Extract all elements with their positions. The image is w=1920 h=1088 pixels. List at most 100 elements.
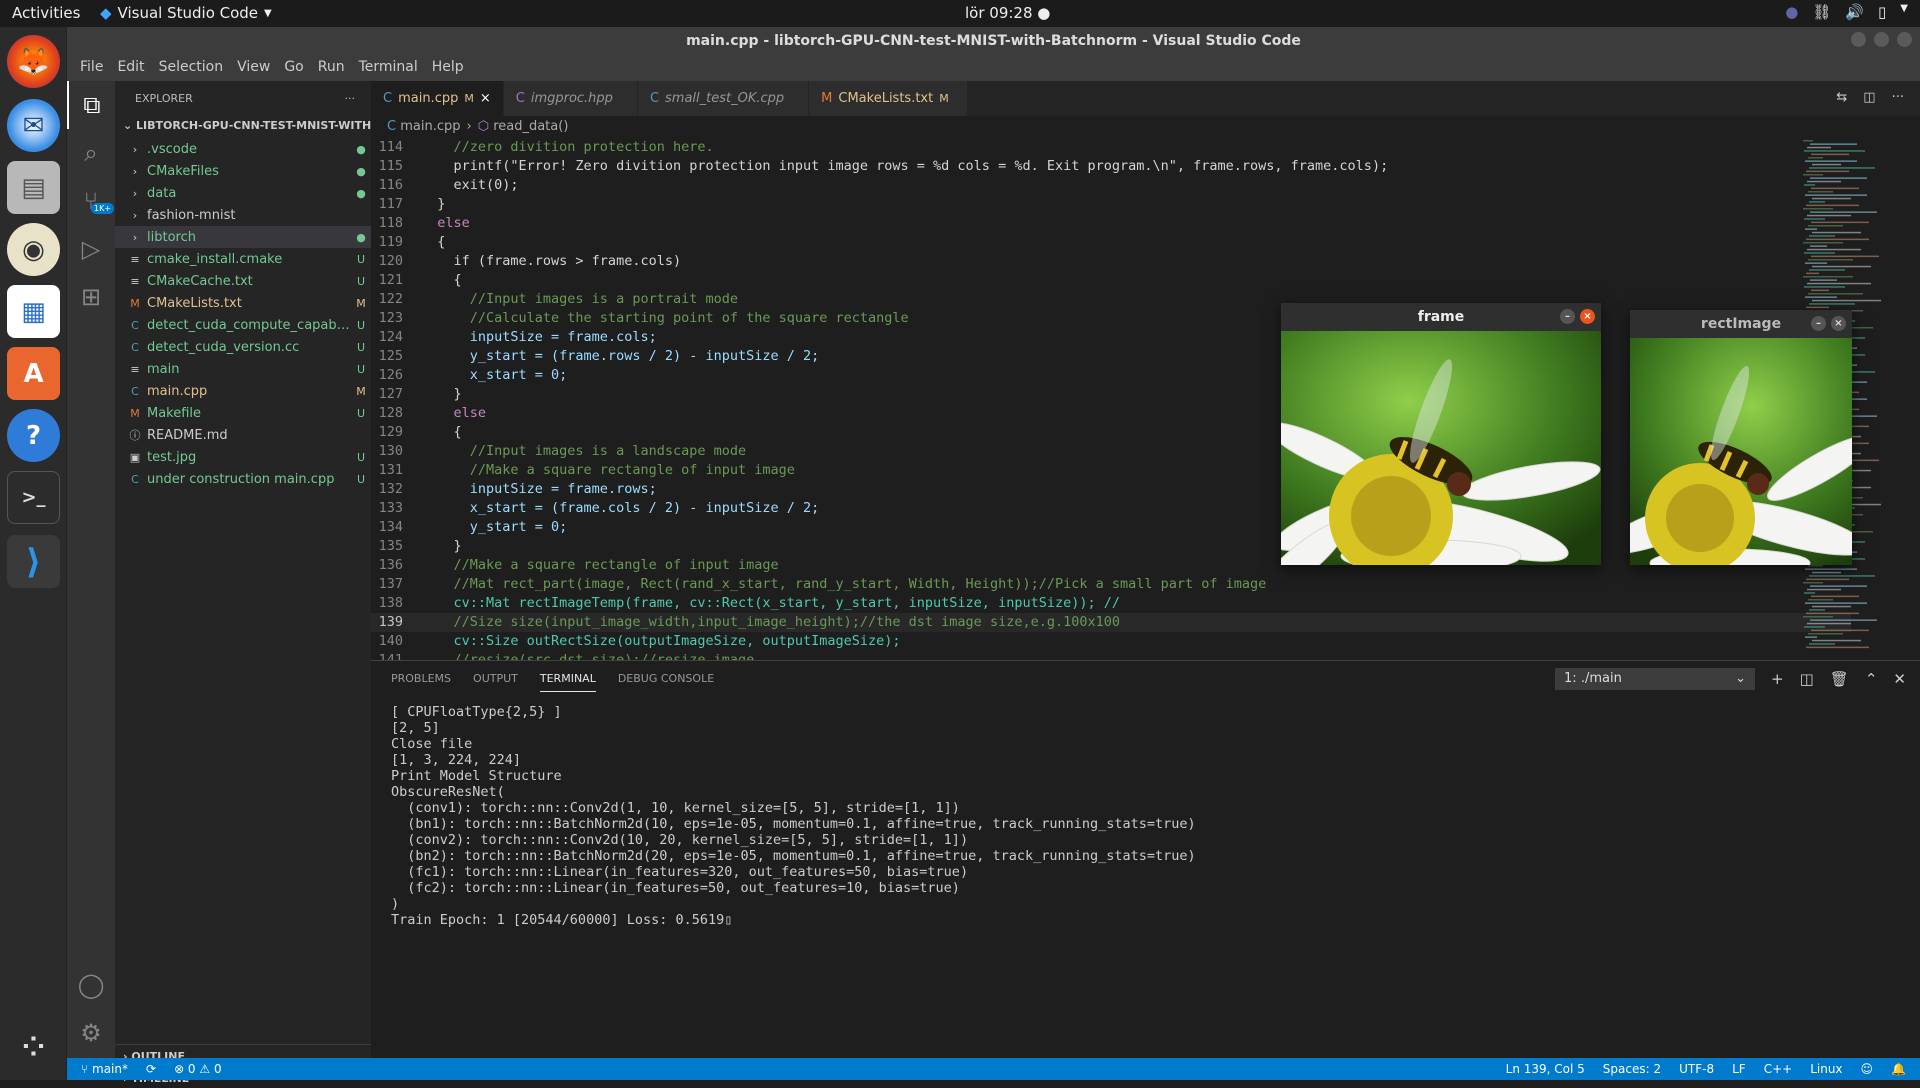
source-control-icon[interactable]: ⑂ 1K+ (67, 177, 115, 225)
teams-icon[interactable]: ● (1785, 3, 1798, 21)
breadcrumb-symbol[interactable]: ⬡ read_data() (478, 119, 569, 135)
compare-icon[interactable]: ⇆ (1836, 90, 1847, 107)
os-indicator[interactable]: Linux (1810, 1062, 1842, 1076)
software-icon[interactable]: A (7, 347, 60, 400)
file-tree-item[interactable]: ▣ test.jpg U (115, 446, 371, 468)
terminal-output[interactable]: [ CPUFloatType{2,5} ] [2, 5] Close file [1,… (371, 696, 1920, 928)
rhythmbox-icon[interactable]: ◉ (7, 223, 60, 276)
close-icon[interactable]: × (480, 91, 491, 106)
opencv-rectimage-window[interactable]: rectImage – × (1602, 310, 1873, 578)
menu-help[interactable]: Help (425, 54, 471, 81)
line-number: 132 (378, 481, 403, 497)
feedback-icon[interactable]: ☺ (1861, 1062, 1874, 1076)
file-tree-item[interactable]: ≡ CMakeCache.txt U (115, 270, 371, 292)
tab-terminal[interactable]: TERMINAL (539, 666, 596, 692)
clock[interactable]: lör 09:28 ● (965, 4, 1050, 22)
file-tree-item[interactable]: › CMakeFiles ● (115, 160, 371, 182)
app-grid-icon[interactable]: ⁘ (7, 1020, 60, 1073)
close-panel-icon[interactable]: ✕ (1893, 670, 1906, 688)
menu-edit[interactable]: Edit (110, 54, 151, 81)
editor-tab[interactable]: Cimgproc.hpp (503, 81, 638, 116)
help-icon[interactable]: ? (7, 409, 60, 462)
split-editor-icon[interactable]: ◫ (1863, 90, 1875, 107)
file-tree-item[interactable]: Cmain.cpp M (115, 380, 371, 402)
split-terminal-icon[interactable]: ◫ (1800, 670, 1814, 688)
file-tree-item[interactable]: M Makefile U (115, 402, 371, 424)
files-icon[interactable]: ▤ (7, 161, 60, 214)
menu-selection[interactable]: Selection (152, 54, 231, 81)
editor-tab[interactable]: Csmall_test_OK.cpp (637, 81, 810, 116)
writer-icon[interactable]: ▦ (7, 285, 60, 338)
file-tree-item[interactable]: › fashion-mnist (115, 204, 371, 226)
branch-indicator[interactable]: ⑂ main* (81, 1062, 128, 1076)
minimize-button[interactable] (1851, 32, 1866, 47)
account-icon[interactable]: ◯ (67, 961, 115, 1009)
menu-terminal[interactable]: Terminal (352, 54, 425, 81)
explorer-icon[interactable]: ⧉ (67, 81, 115, 129)
file-tree-item[interactable]: › data ● (115, 182, 371, 204)
cursor-position[interactable]: Ln 139, Col 5 (1506, 1062, 1585, 1076)
vscode-dock-icon[interactable]: ⟩ (7, 535, 60, 588)
battery-icon[interactable]: ▯ (1878, 3, 1886, 21)
workspace-root[interactable]: ⌄ LIBTORCH-GPU-CNN-TEST-MNIST-WITH-B... (115, 116, 371, 138)
maximize-button[interactable] (1874, 32, 1889, 47)
more-actions-icon[interactable]: ··· (345, 92, 356, 116)
rectimage-titlebar[interactable]: rectImage – × (1630, 310, 1852, 338)
file-tree-item[interactable]: › .vscode ● (115, 138, 371, 160)
minimize-button[interactable]: – (1811, 316, 1826, 331)
search-icon[interactable]: ⌕ (67, 129, 115, 177)
file-tree-item[interactable]: ≡ cmake_install.cmake U (115, 248, 371, 270)
menu-file[interactable]: File (73, 54, 110, 81)
network-icon[interactable]: ⛓ (1812, 3, 1831, 21)
extensions-icon[interactable]: ⊞ (67, 273, 115, 321)
file-tree-item[interactable]: Cdetect_cuda_version.cc U (115, 336, 371, 358)
minimize-button[interactable]: – (1560, 309, 1575, 324)
new-terminal-icon[interactable]: + (1771, 670, 1784, 688)
file-tree-item[interactable]: › libtorch ● (115, 226, 371, 248)
firefox-icon[interactable]: 🦊 (7, 35, 60, 88)
code-line: 123 //Calculate the starting point of th… (371, 309, 1851, 328)
file-tree-item[interactable]: ⓘ README.md (115, 424, 371, 446)
language-mode[interactable]: C++ (1764, 1062, 1793, 1076)
volume-icon[interactable]: 🔊 (1845, 3, 1864, 21)
file-tree-item[interactable]: ≡ main U (115, 358, 371, 380)
close-button[interactable]: × (1831, 316, 1846, 331)
bell-icon[interactable]: 🔔 (1891, 1062, 1906, 1076)
breadcrumb-file[interactable]: C main.cpp (387, 119, 460, 135)
gear-icon[interactable]: ⚙ (67, 1009, 115, 1057)
terminal-icon[interactable]: >_ (7, 471, 60, 524)
more-actions-icon[interactable]: ··· (1892, 90, 1904, 107)
sync-icon[interactable]: ⟳ (146, 1062, 156, 1076)
thunderbird-icon[interactable]: ✉ (7, 99, 60, 152)
chevron-down-icon[interactable]: ▼ (1900, 3, 1908, 21)
encoding[interactable]: UTF-8 (1679, 1062, 1714, 1076)
problems-indicator[interactable]: ⊗ 0 ⚠ 0 (174, 1062, 222, 1076)
editor-tab[interactable]: Cmain.cpp M × (371, 81, 504, 116)
terminal-select[interactable]: 1: ./main ⌄ (1555, 668, 1756, 690)
frame-titlebar[interactable]: frame – × (1281, 303, 1601, 331)
indentation[interactable]: Spaces: 2 (1603, 1062, 1661, 1076)
trash-icon[interactable]: 🗑 (1830, 670, 1849, 688)
code-editor[interactable]: 114 //zero divition protection here. 115 … (371, 138, 1851, 660)
close-button[interactable]: × (1580, 309, 1595, 324)
tab-output[interactable]: OUTPUT (473, 666, 518, 691)
line-ending[interactable]: LF (1732, 1062, 1746, 1076)
file-tree-item[interactable]: M CMakeLists.txt M (115, 292, 371, 314)
file-tree-item[interactable]: Cunder construction main.cpp U (115, 468, 371, 490)
menu-go[interactable]: Go (277, 54, 310, 81)
menu-view[interactable]: View (230, 54, 277, 81)
run-debug-icon[interactable]: ▷ (67, 225, 115, 273)
tab-problems[interactable]: PROBLEMS (391, 666, 451, 691)
minimap-line (1806, 170, 1849, 173)
file-tree-item[interactable]: Cdetect_cuda_compute_capabil... U (115, 314, 371, 336)
editor-tab[interactable]: M CMakeLists.txt M (809, 81, 968, 116)
opencv-frame-window[interactable]: frame – × (1253, 303, 1601, 602)
activities-button[interactable]: Activities (12, 4, 80, 22)
maximize-panel-icon[interactable]: ⌃ (1865, 670, 1878, 688)
app-menu[interactable]: ◆ Visual Studio Code ▼ (100, 4, 272, 22)
system-tray[interactable]: ● ⛓ 🔊 ▯ ▼ (1785, 3, 1908, 21)
tab-debug-console[interactable]: DEBUG CONSOLE (618, 666, 714, 691)
code-line: 130 //Input images is a landscape mode (371, 442, 1851, 461)
close-button[interactable] (1897, 32, 1912, 47)
menu-run[interactable]: Run (311, 54, 352, 81)
